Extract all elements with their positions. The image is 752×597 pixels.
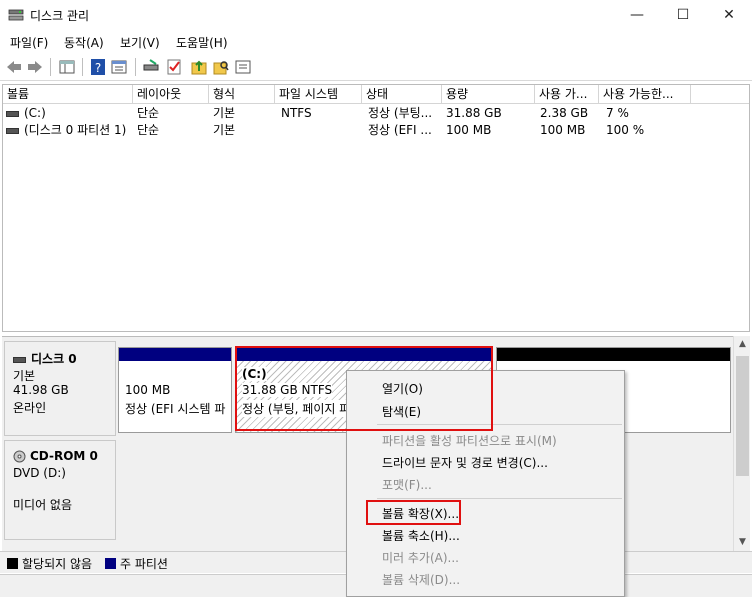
menu-change-drive-letter[interactable]: 드라이브 문자 및 경로 변경(C)... [382, 454, 548, 471]
drive-icon [6, 127, 19, 134]
menu-file[interactable]: 파일(F) [10, 34, 48, 51]
cd-icon [13, 450, 26, 463]
unallocated-swatch [7, 558, 18, 569]
minimize-icon: — [630, 7, 644, 23]
disk-management-icon [8, 9, 24, 21]
volume-filesystem: NTFS [281, 106, 312, 120]
disk0-type: 기본 [13, 369, 36, 383]
volume-name: (C:) [24, 106, 46, 120]
volume-capacity: 100 MB [446, 123, 492, 137]
unallocated-bar [497, 348, 730, 361]
menu-mark-active: 파티션을 활성 파티션으로 표시(M) [382, 434, 557, 448]
toolbar: ? [0, 53, 752, 81]
highlight-box-extend-volume [366, 500, 461, 525]
menu-help[interactable]: 도움말(H) [176, 34, 228, 51]
primary-swatch [105, 558, 116, 569]
folder-up-icon[interactable] [190, 58, 208, 76]
connect-drive-icon[interactable] [142, 58, 160, 76]
svg-text:?: ? [95, 61, 101, 75]
disk0-name: 디스크 0 [31, 352, 77, 366]
disk-panel-scrollbar[interactable]: ▲ ▼ [733, 336, 750, 551]
column-layout[interactable]: 레이아웃 [133, 85, 209, 104]
volume-layout: 단순 [137, 123, 160, 137]
properties-icon[interactable] [110, 58, 128, 76]
minimize-button[interactable]: — [614, 0, 660, 30]
volume-list-header: 볼륨 레이아웃 형식 파일 시스템 상태 용량 사용 가... 사용 가능한..… [3, 85, 749, 104]
cdrom-name: CD-ROM 0 [30, 449, 98, 463]
volume-layout: 단순 [137, 106, 160, 120]
highlight-box-partition-c [235, 346, 493, 431]
close-button[interactable]: ✕ [706, 0, 752, 30]
volume-free: 2.38 GB [540, 106, 589, 120]
volume-capacity: 31.88 GB [446, 106, 502, 120]
volume-type: 기본 [213, 123, 236, 137]
drive-icon [6, 110, 19, 117]
partition-efi-size: 100 MB [125, 383, 171, 397]
maximize-icon: ☐ [676, 7, 690, 23]
menu-shrink-volume[interactable]: 볼륨 축소(H)... [382, 527, 460, 544]
volume-status: 정상 (부팅... [368, 106, 433, 120]
disk-icon [13, 356, 26, 363]
search-folder-icon[interactable] [212, 58, 230, 76]
scroll-up-icon[interactable]: ▲ [734, 336, 751, 353]
volume-row[interactable]: (C:) 단순 기본 NTFS 정상 (부팅... 31.88 GB 2.38 … [3, 105, 749, 122]
menu-format: 포맷(F)... [382, 478, 432, 492]
column-free-space[interactable]: 사용 가... [535, 85, 599, 104]
disk0-size: 41.98 GB [13, 383, 69, 397]
volume-status: 정상 (EFI ... [368, 123, 432, 137]
cdrom-type: DVD (D:) [13, 466, 66, 480]
column-capacity[interactable]: 용량 [442, 85, 535, 104]
disk0-info[interactable]: 디스크 0 기본 41.98 GB 온라인 [4, 341, 116, 436]
menu-bar: 파일(F) 동작(A) 보기(V) 도움말(H) [0, 30, 752, 52]
volume-percent: 7 % [606, 106, 629, 120]
cdrom-info[interactable]: CD-ROM 0 DVD (D:) 미디어 없음 [4, 440, 116, 540]
settings-window-icon[interactable] [234, 58, 252, 76]
scroll-thumb[interactable] [736, 356, 749, 476]
close-icon: ✕ [723, 7, 735, 23]
window-title: 디스크 관리 [30, 9, 90, 23]
menu-view[interactable]: 보기(V) [120, 34, 160, 51]
back-arrow-icon[interactable] [5, 58, 23, 76]
scroll-down-icon[interactable]: ▼ [734, 534, 751, 551]
column-filesystem[interactable]: 파일 시스템 [275, 85, 362, 104]
volume-percent: 100 % [606, 123, 645, 137]
title-bar: 디스크 관리 — ☐ ✕ [0, 0, 752, 30]
help-icon[interactable]: ? [89, 58, 107, 76]
maximize-button[interactable]: ☐ [660, 0, 706, 30]
volume-free: 100 MB [540, 123, 586, 137]
column-volume[interactable]: 볼륨 [3, 85, 133, 104]
volume-type: 기본 [213, 106, 236, 120]
disk0-status: 온라인 [13, 401, 47, 415]
menu-add-mirror: 미러 추가(A)... [382, 551, 459, 565]
column-percent-free[interactable]: 사용 가능한... [599, 85, 691, 104]
menu-delete-volume: 볼륨 삭제(D)... [382, 573, 461, 587]
column-status[interactable]: 상태 [362, 85, 442, 104]
partition-efi[interactable]: 100 MB 정상 (EFI 시스템 파 [118, 347, 232, 433]
volume-row[interactable]: (디스크 0 파티션 1) 단순 기본 정상 (EFI ... 100 MB 1… [3, 122, 749, 139]
volume-list: 볼륨 레이아웃 형식 파일 시스템 상태 용량 사용 가... 사용 가능한..… [2, 84, 750, 332]
check-list-icon[interactable] [165, 58, 183, 76]
forward-arrow-icon[interactable] [26, 58, 44, 76]
console-tree-icon[interactable] [58, 58, 76, 76]
column-type[interactable]: 형식 [209, 85, 275, 104]
volume-name: (디스크 0 파티션 1) [24, 123, 127, 137]
primary-partition-bar [119, 348, 231, 361]
legend-unallocated: 할당되지 않음 [22, 557, 93, 571]
legend-primary: 주 파티션 [120, 557, 168, 571]
partition-efi-status: 정상 (EFI 시스템 파 [125, 402, 226, 416]
cdrom-status: 미디어 없음 [13, 498, 73, 512]
menu-action[interactable]: 동작(A) [64, 34, 104, 51]
